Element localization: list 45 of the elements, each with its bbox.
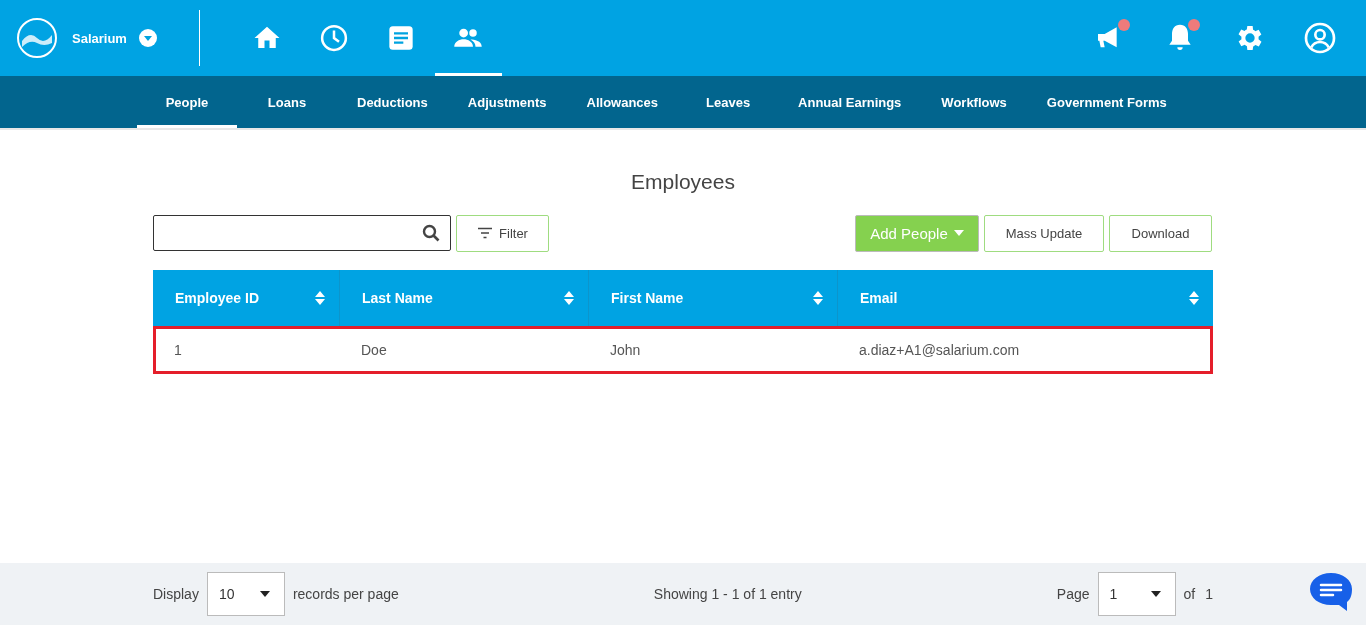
nav-tab[interactable]: Allowances (566, 76, 679, 128)
nav-tab[interactable]: Adjustments (447, 76, 567, 128)
nav-tab[interactable]: Government Forms (1026, 76, 1187, 128)
clock-icon (319, 23, 350, 53)
caret-icon (1150, 591, 1161, 597)
sort-icon (1189, 291, 1199, 305)
of-label: of (1183, 586, 1196, 602)
table-cell-text: Doe (360, 342, 388, 358)
per-page-label: records per page (292, 586, 399, 602)
logo-icon (16, 17, 58, 59)
table-row[interactable]: 1 Doe John a.diaz+A1@salarium.com (153, 326, 1213, 374)
document-icon (387, 24, 416, 52)
search-icon (422, 224, 440, 242)
nav-tab[interactable]: Leaves (678, 76, 779, 128)
search-field[interactable] (153, 215, 451, 251)
nav-tab[interactable]: Annual Earnings (778, 76, 922, 128)
nav-tab[interactable]: Workflows (921, 76, 1027, 128)
caret-icon (953, 230, 964, 236)
page-total: 1 (1205, 586, 1213, 602)
display-label: Display (153, 586, 199, 602)
sort-icon (813, 291, 823, 305)
sort-icon (315, 291, 325, 305)
sort-icon (564, 291, 574, 305)
download-button[interactable]: Download (1109, 214, 1212, 252)
dropdown-icon[interactable] (138, 29, 157, 47)
page-title: Employees (630, 170, 736, 194)
notification-dot (1118, 19, 1130, 31)
user-button[interactable] (1304, 22, 1336, 54)
nav-tab[interactable]: Loans (237, 76, 337, 128)
caret-icon (259, 591, 270, 597)
company-name: Salarium (72, 30, 127, 46)
table-cell-text: John (609, 342, 642, 358)
table-cell-text: a.diaz+A1@salarium.com (858, 342, 1021, 358)
entry-count: Showing 1 - 1 of 1 entry (653, 586, 802, 602)
chat-icon[interactable] (1308, 571, 1354, 613)
notification-dot (1188, 19, 1200, 31)
table-cell-text: 1 (173, 342, 183, 358)
nav-tab[interactable]: People (137, 76, 237, 128)
nav-tab[interactable]: Deductions (337, 76, 448, 128)
mass-update-button[interactable]: Mass Update (984, 214, 1104, 252)
page-label: Page (1056, 586, 1090, 602)
page-select[interactable]: 1 (1097, 572, 1176, 616)
page-size-select[interactable]: 10 (206, 572, 285, 616)
filter-icon (477, 227, 494, 239)
filter-button[interactable]: Filter (456, 214, 549, 252)
